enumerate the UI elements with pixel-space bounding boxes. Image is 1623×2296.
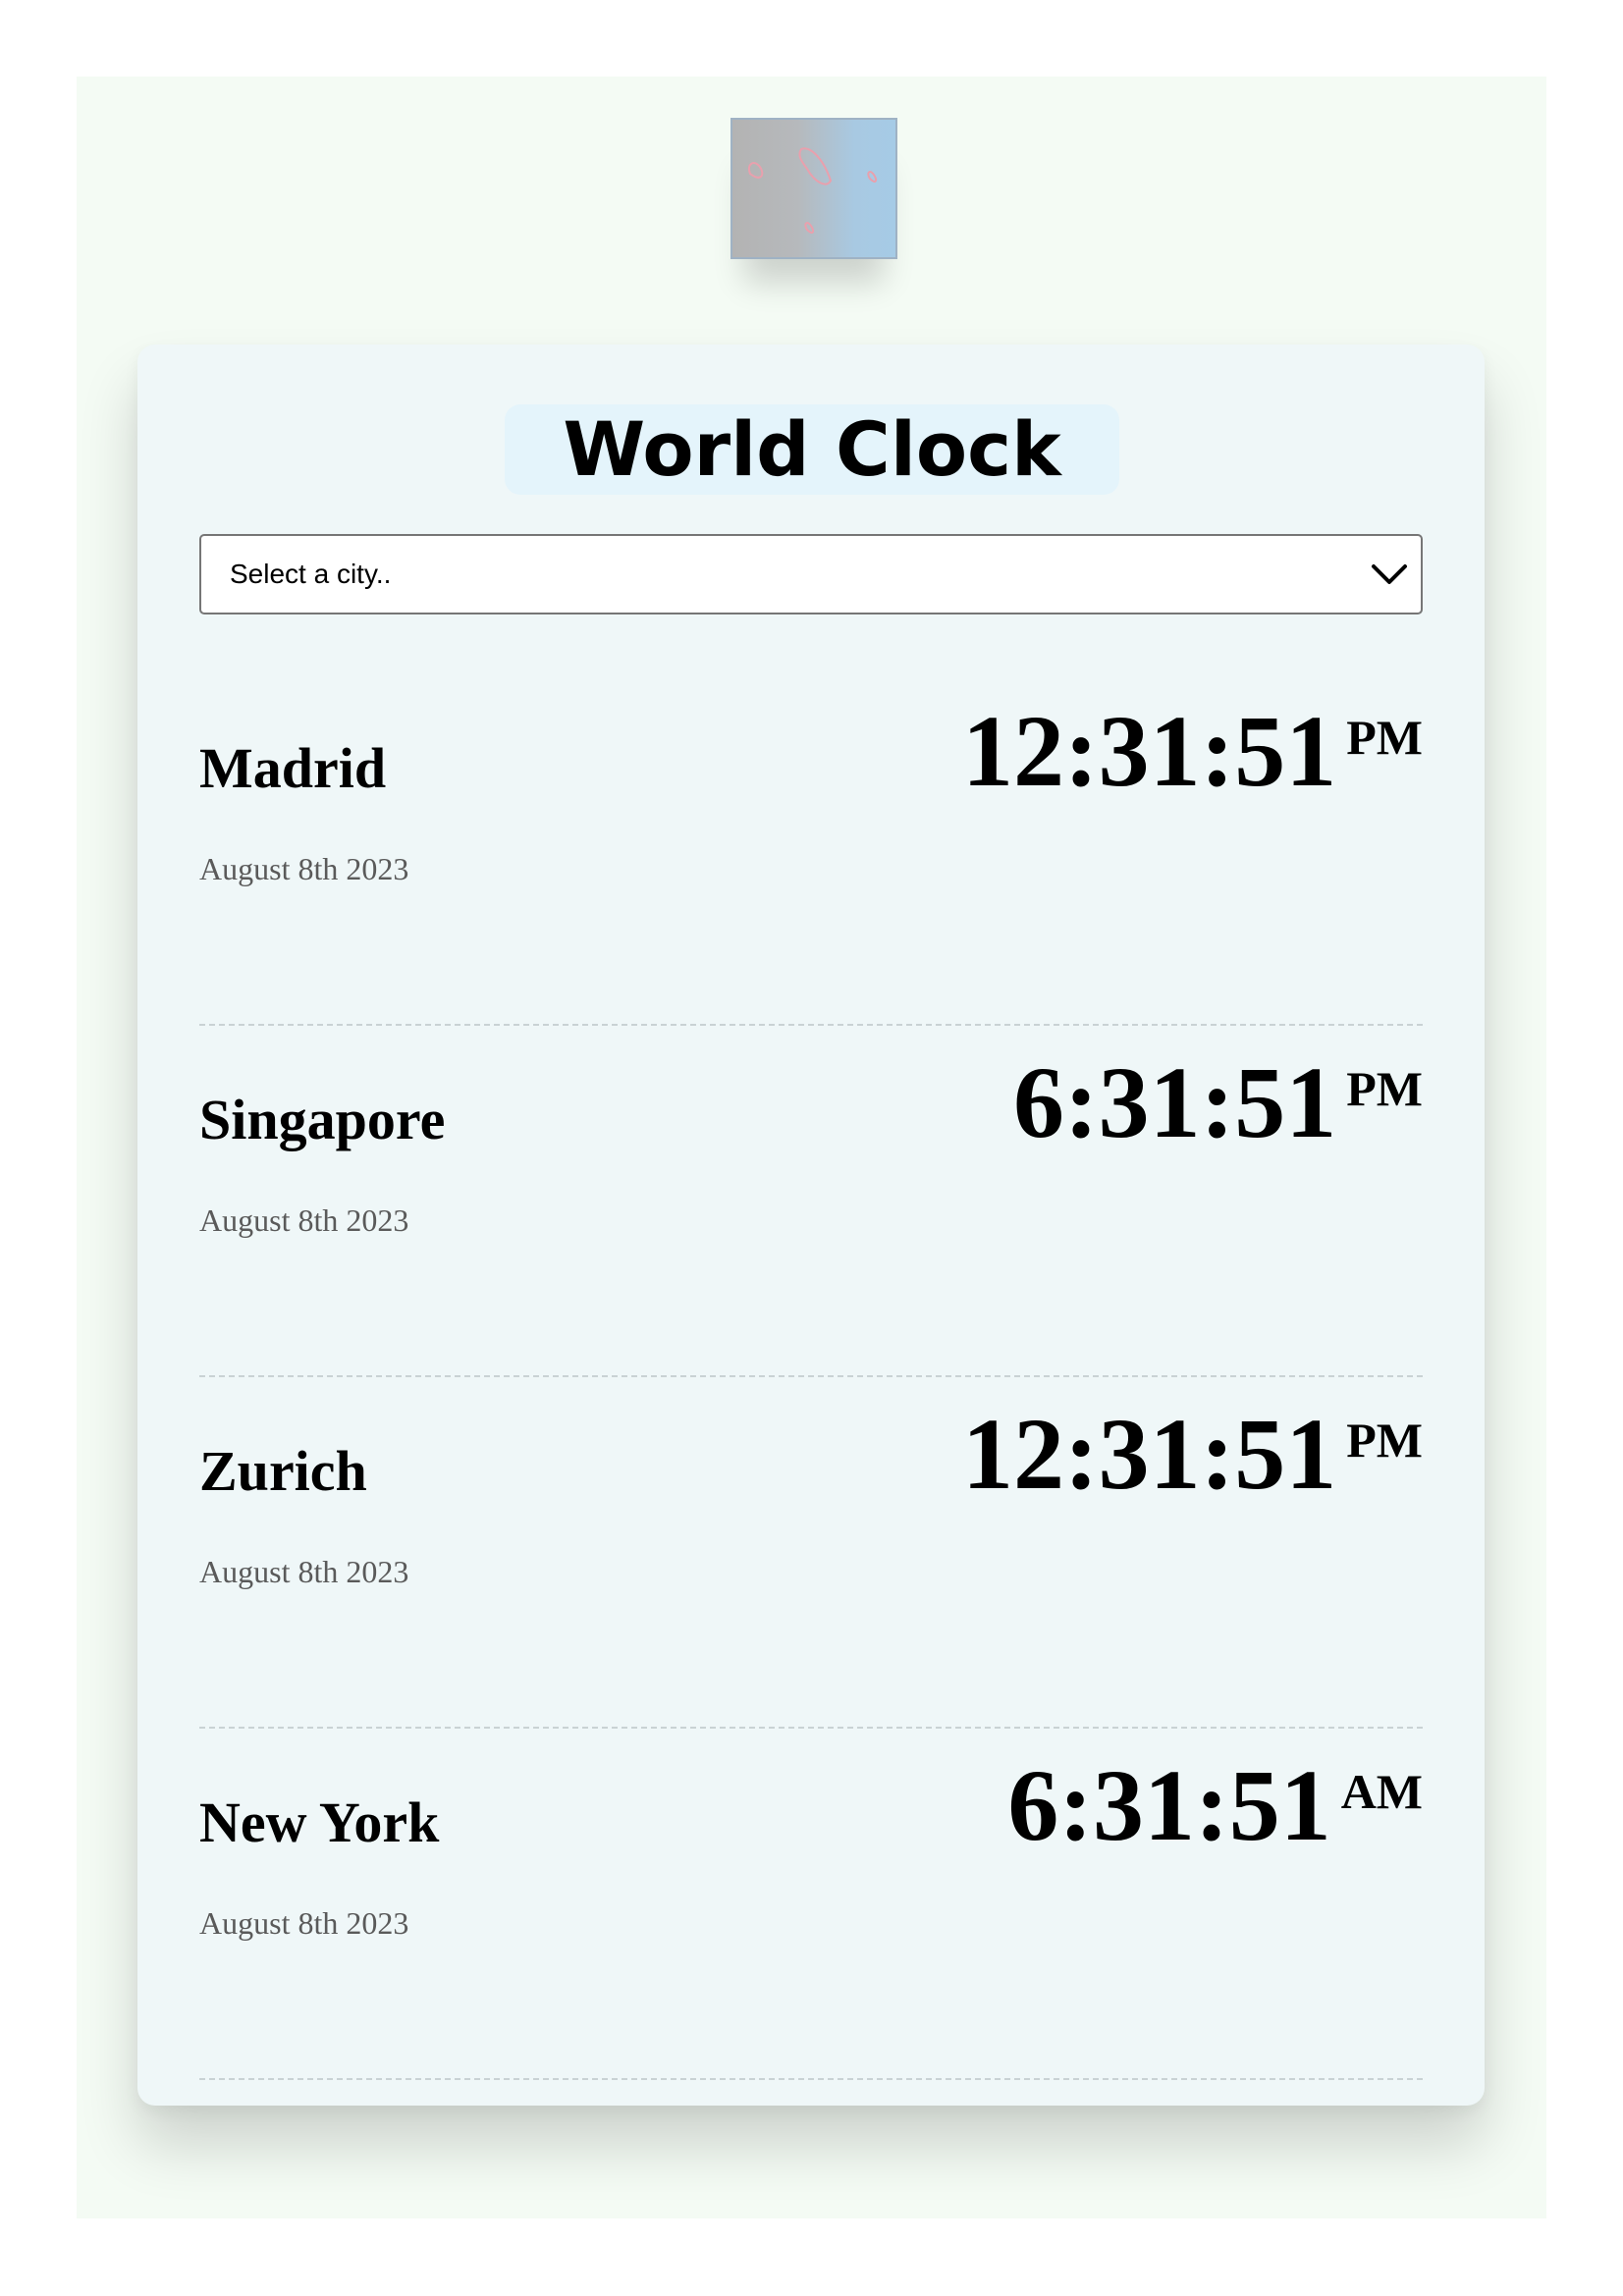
time-value: 12:31:51 [962, 1398, 1337, 1511]
city-list: Madrid August 8th 2023 12:31:51 PM Singap… [199, 675, 1423, 2081]
page-title: World Clock [505, 404, 1119, 495]
city-row-zurich: Zurich August 8th 2023 12:31:51 PM [199, 1378, 1423, 1729]
city-date: August 8th 2023 [199, 1554, 409, 1589]
ampm-label: PM [1346, 1061, 1423, 1116]
pink-petals-icon [748, 147, 878, 234]
city-select[interactable]: Select a city.. [199, 534, 1423, 614]
city-time: 6:31:51 AM [1007, 1747, 1423, 1865]
page-background: World Clock Select a city.. Madrid Augus… [77, 77, 1546, 2218]
city-time: 12:31:51 PM [962, 693, 1423, 811]
city-select-value: Select a city.. [230, 559, 392, 589]
city-date: August 8th 2023 [199, 851, 409, 886]
city-name: New York [199, 1790, 440, 1854]
time-value: 6:31:51 [1007, 1749, 1331, 1862]
city-name: Madrid [199, 736, 387, 800]
city-name: Zurich [199, 1439, 367, 1503]
city-date: August 8th 2023 [199, 1202, 409, 1238]
ampm-label: PM [1346, 710, 1423, 765]
city-date: August 8th 2023 [199, 1905, 409, 1941]
logo-image [730, 118, 897, 259]
city-row-singapore: Singapore August 8th 2023 6:31:51 PM [199, 1027, 1423, 1377]
ampm-label: PM [1346, 1413, 1423, 1468]
city-time: 12:31:51 PM [962, 1396, 1423, 1514]
chevron-down-icon [1372, 564, 1407, 584]
world-clock-card: World Clock Select a city.. Madrid Augus… [137, 345, 1485, 2106]
city-name: Singapore [199, 1088, 446, 1151]
city-row-new-york: New York August 8th 2023 6:31:51 AM [199, 1730, 1423, 2080]
ampm-label: AM [1340, 1764, 1423, 1819]
city-row-madrid: Madrid August 8th 2023 12:31:51 PM [199, 675, 1423, 1026]
time-value: 6:31:51 [1013, 1046, 1337, 1159]
city-time: 6:31:51 PM [1013, 1044, 1423, 1162]
time-value: 12:31:51 [962, 695, 1337, 808]
